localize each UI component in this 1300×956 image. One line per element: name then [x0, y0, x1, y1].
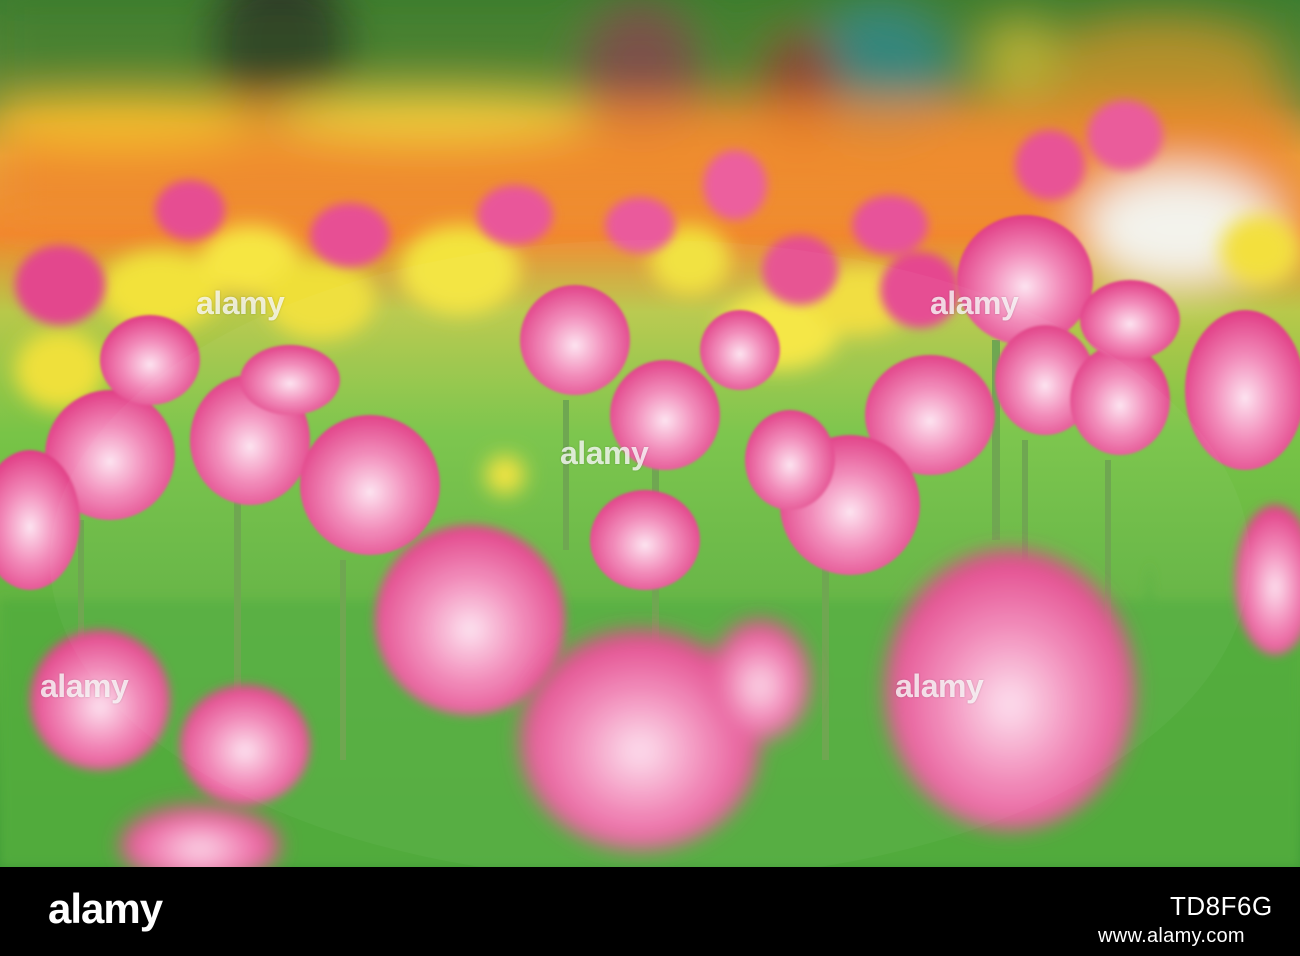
site-url: www.alamy.com [1098, 925, 1245, 947]
image-id: TD8F6G [1170, 891, 1273, 921]
alamy-logo: alamy [48, 885, 163, 932]
footer-bar: alamy TD8F6G www.alamy.com [0, 867, 1300, 956]
tulip-photo: alamy alamy alamy alamy alamy [0, 0, 1300, 867]
tulip-field-image [0, 0, 1300, 867]
